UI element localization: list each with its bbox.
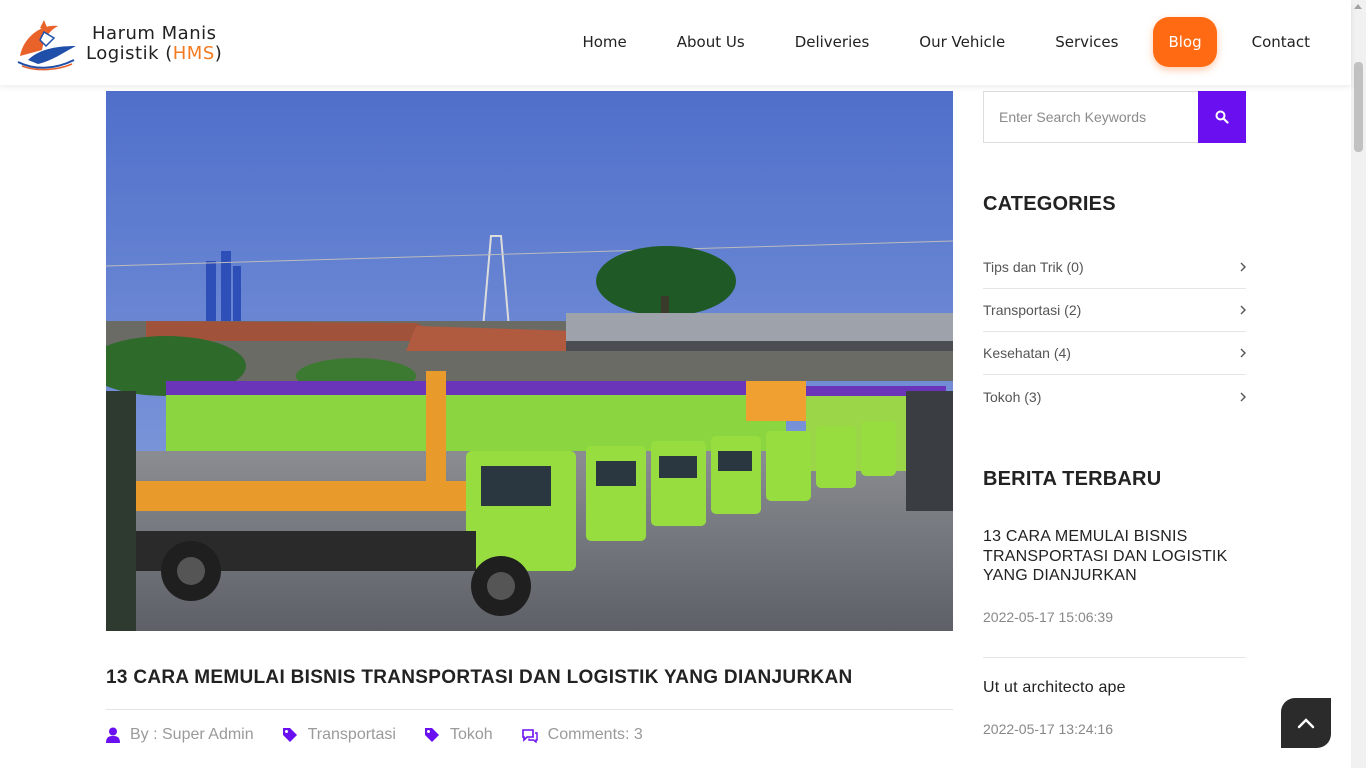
tag-icon bbox=[282, 728, 297, 742]
categories-list: Tips dan Trik (0) Transportasi (2) Keseh… bbox=[983, 246, 1246, 418]
chevron-right-icon bbox=[1240, 348, 1246, 358]
category-label: Tokoh (3) bbox=[983, 388, 1042, 405]
nav-home[interactable]: Home bbox=[557, 17, 651, 67]
post-category-label: Transportasi bbox=[307, 726, 396, 743]
search-icon bbox=[1215, 110, 1229, 124]
recent-post-date: 2022-05-17 15:06:39 bbox=[983, 608, 1113, 625]
category-tokoh[interactable]: Tokoh (3) bbox=[983, 375, 1246, 418]
sidebar-search bbox=[983, 91, 1246, 143]
post-author-label: By : Super Admin bbox=[130, 726, 254, 743]
nav-contact[interactable]: Contact bbox=[1227, 17, 1335, 67]
nav-deliveries[interactable]: Deliveries bbox=[770, 17, 895, 67]
chevron-right-icon bbox=[1240, 305, 1246, 315]
categories-heading: CATEGORIES bbox=[983, 193, 1116, 215]
post-featured-image bbox=[106, 91, 953, 631]
recent-news-heading: BERITA TERBARU bbox=[983, 468, 1162, 490]
nav-about-us[interactable]: About Us bbox=[652, 17, 770, 67]
category-tips-dan-trik[interactable]: Tips dan Trik (0) bbox=[983, 246, 1246, 289]
search-button[interactable] bbox=[1198, 91, 1246, 143]
recent-post-title[interactable]: Ut ut architecto ape bbox=[983, 678, 1246, 698]
category-kesehatan[interactable]: Kesehatan (4) bbox=[983, 332, 1246, 375]
post-divider bbox=[106, 709, 953, 710]
page-scrollbar[interactable] bbox=[1351, 0, 1366, 768]
brand-line-1: Harum Manis bbox=[92, 23, 217, 44]
brand-line-2: Logistik (HMS) bbox=[86, 44, 222, 64]
post-tag-label: Tokoh bbox=[449, 726, 493, 743]
brand-name: Harum Manis Logistik (HMS) bbox=[86, 24, 222, 64]
post-comments[interactable]: Comments: 3 bbox=[521, 726, 643, 744]
nav-blog[interactable]: Blog bbox=[1153, 17, 1217, 67]
brand-line-2-suffix: ) bbox=[214, 43, 223, 64]
recent-post-item[interactable]: Ut ut architecto ape 2022-05-17 13:24:16 bbox=[983, 678, 1246, 737]
post-meta: By : Super Admin Transportasi Tokoh Comm… bbox=[106, 724, 671, 746]
post-category[interactable]: Transportasi bbox=[282, 726, 396, 744]
post-author[interactable]: By : Super Admin bbox=[106, 726, 254, 744]
user-icon bbox=[106, 727, 120, 743]
main-nav: Home About Us Deliveries Our Vehicle Ser… bbox=[557, 17, 1335, 67]
trucks-photo bbox=[106, 91, 953, 631]
brand-logo[interactable]: Harum Manis Logistik (HMS) bbox=[14, 15, 254, 73]
nav-our-vehicle[interactable]: Our Vehicle bbox=[894, 17, 1030, 67]
nav-services[interactable]: Services bbox=[1030, 17, 1143, 67]
chevron-up-icon bbox=[1297, 718, 1315, 729]
recent-post-date: 2022-05-17 13:24:16 bbox=[983, 720, 1113, 737]
category-label: Kesehatan (4) bbox=[983, 345, 1071, 361]
category-label: Transportasi (2) bbox=[983, 302, 1082, 318]
back-to-top-button[interactable] bbox=[1281, 698, 1331, 748]
chevron-right-icon bbox=[1240, 262, 1246, 272]
brand-hms: HMS bbox=[172, 43, 215, 64]
logo-bird-icon bbox=[17, 20, 76, 71]
comments-icon bbox=[521, 728, 538, 743]
post-tag[interactable]: Tokoh bbox=[424, 726, 493, 744]
recent-divider bbox=[983, 657, 1246, 658]
post-comments-label: Comments: 3 bbox=[547, 726, 643, 743]
category-label: Tips dan Trik (0) bbox=[983, 259, 1084, 275]
scroll-up-arrow-icon[interactable] bbox=[1354, 4, 1362, 9]
recent-post-title[interactable]: 13 CARA MEMULAI BISNIS TRANSPORTASI DAN … bbox=[983, 527, 1246, 586]
search-input[interactable] bbox=[983, 91, 1198, 143]
site-header: Harum Manis Logistik (HMS) Home About Us… bbox=[0, 0, 1351, 85]
recent-post-item[interactable]: 13 CARA MEMULAI BISNIS TRANSPORTASI DAN … bbox=[983, 527, 1246, 625]
brand-line-2-prefix: Logistik ( bbox=[86, 43, 173, 64]
scrollbar-thumb[interactable] bbox=[1354, 62, 1363, 152]
tag-icon bbox=[424, 728, 439, 742]
post-title[interactable]: 13 CARA MEMULAI BISNIS TRANSPORTASI DAN … bbox=[106, 667, 953, 689]
chevron-right-icon bbox=[1240, 392, 1246, 401]
category-transportasi[interactable]: Transportasi (2) bbox=[983, 289, 1246, 332]
